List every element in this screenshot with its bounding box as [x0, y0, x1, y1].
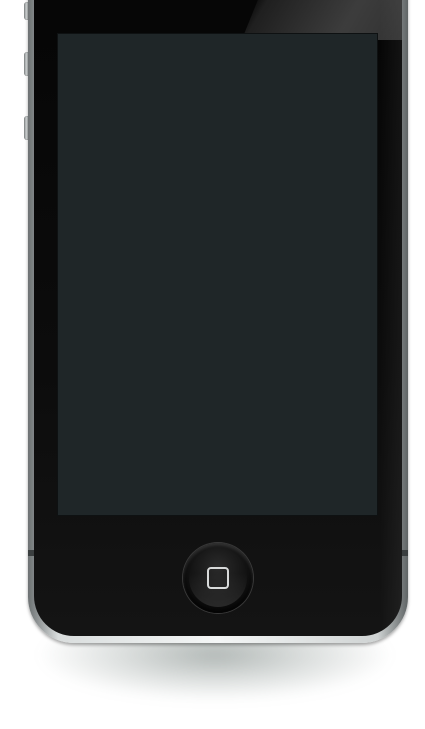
device-screen[interactable]: [57, 33, 378, 516]
glass-edge-highlight: [380, 0, 402, 636]
frame-seam-right: [402, 550, 408, 556]
home-button[interactable]: [183, 543, 253, 613]
home-square-icon: [207, 567, 229, 589]
device-mockup: [0, 0, 425, 729]
